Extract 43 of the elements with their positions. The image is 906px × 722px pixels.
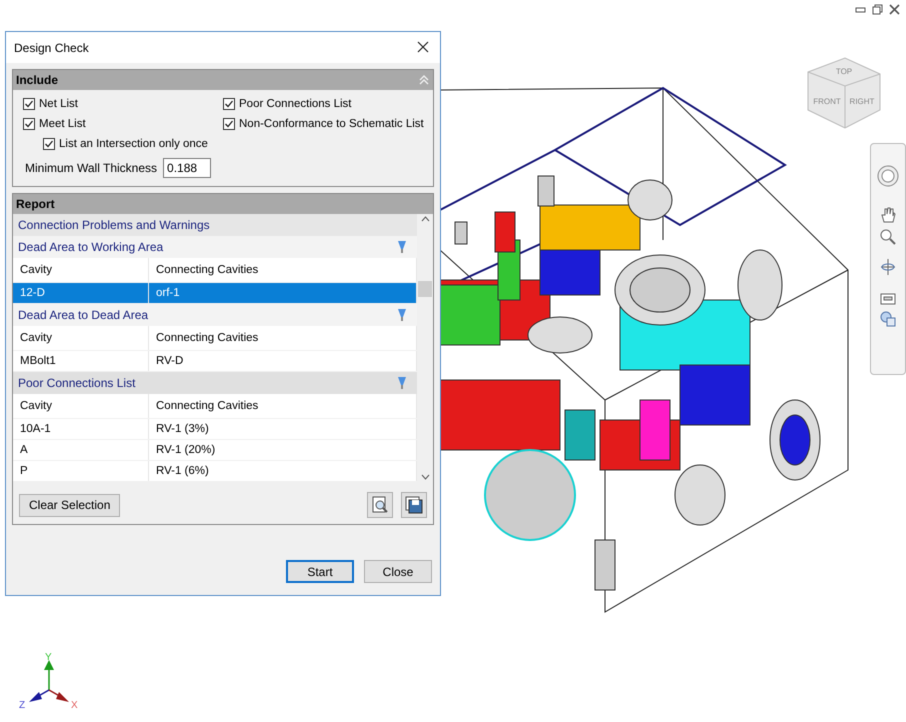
close-icon[interactable] <box>889 4 900 15</box>
clear-selection-button[interactable]: Clear Selection <box>19 494 120 516</box>
column-header[interactable]: Cavity <box>13 394 149 418</box>
checkbox-label[interactable]: List an Intersection only once <box>59 138 208 150</box>
table-cell[interactable]: MBolt1 <box>13 351 149 371</box>
column-header[interactable]: Cavity <box>13 258 149 282</box>
section-title: Report <box>16 197 55 211</box>
scroll-down-icon[interactable] <box>420 474 430 480</box>
checkbox-label[interactable]: Meet List <box>39 118 86 130</box>
shapes-icon[interactable] <box>879 310 897 328</box>
checkbox[interactable] <box>223 118 235 130</box>
table-cell[interactable]: 12-D <box>13 283 149 303</box>
wall-thickness-field[interactable]: 0.188 <box>163 158 212 178</box>
orbit-icon[interactable] <box>879 258 897 276</box>
group-title[interactable]: Poor Connections List <box>18 376 136 390</box>
checkbox[interactable] <box>23 118 35 130</box>
checkbox-label[interactable]: Net List <box>39 98 78 110</box>
table-cell[interactable]: orf-1 <box>149 283 417 303</box>
scrollbar-thumb[interactable] <box>418 281 432 297</box>
column-header[interactable]: Cavity <box>13 326 149 350</box>
section-title: Include <box>16 73 58 87</box>
dialog-button[interactable]: Close <box>364 560 432 583</box>
checkbox[interactable] <box>23 98 35 110</box>
dialog-button[interactable]: Start <box>286 560 354 583</box>
checkbox[interactable] <box>43 138 55 150</box>
checkbox-label[interactable]: Non-Conformance to Schematic List <box>239 118 424 130</box>
restore-icon[interactable] <box>872 4 883 15</box>
axis-triad-drawing: Y Z X <box>15 652 85 712</box>
save-button[interactable] <box>401 492 427 518</box>
table-cell[interactable]: P <box>13 461 149 481</box>
field-label: Minimum Wall Thickness <box>25 161 158 175</box>
table-cell[interactable]: A <box>13 440 149 460</box>
steering-wheel-icon[interactable] <box>876 164 900 188</box>
dialog-title: Design Check <box>14 40 89 54</box>
hand-icon[interactable] <box>879 206 897 224</box>
table-cell[interactable]: 10A-1 <box>13 419 149 439</box>
category-heading[interactable]: Connection Problems and Warnings <box>13 214 417 236</box>
checkbox-label[interactable]: Poor Connections List <box>239 98 352 110</box>
checkbox[interactable] <box>223 98 235 110</box>
zoom-icon[interactable] <box>879 228 897 246</box>
scrollbar[interactable] <box>417 214 433 482</box>
scroll-up-icon[interactable] <box>420 216 430 222</box>
preview-button[interactable] <box>367 492 393 518</box>
